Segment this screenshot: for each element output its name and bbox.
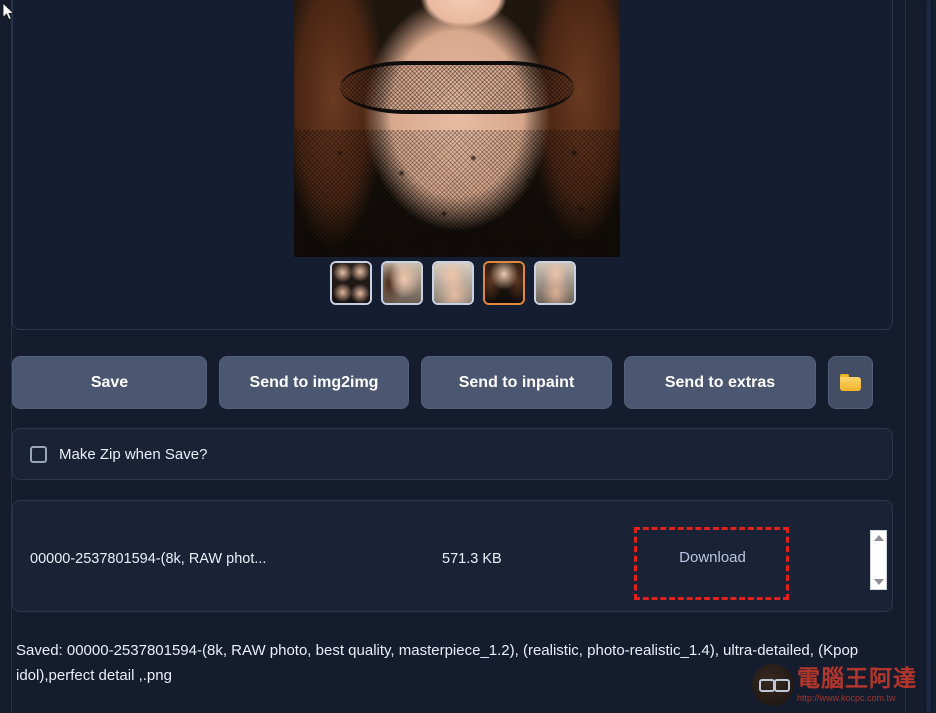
download-cell: Download	[635, 501, 790, 613]
gallery-thumbnail-strip[interactable]	[13, 261, 892, 305]
send-to-inpaint-button[interactable]: Send to inpaint	[421, 356, 612, 409]
scroll-up-icon[interactable]	[873, 535, 884, 541]
thumbnail-image-4	[484, 263, 523, 303]
gallery-thumbnail-1[interactable]	[329, 261, 372, 305]
thumbnail-image-5	[535, 263, 574, 303]
download-link[interactable]: Download	[679, 549, 746, 566]
main-generated-image[interactable]	[294, 0, 620, 257]
stable-diffusion-webui-output-panel: Save Send to img2img Send to inpaint Sen…	[0, 0, 936, 713]
save-button[interactable]: Save	[12, 356, 207, 409]
make-zip-checkbox[interactable]	[30, 445, 47, 463]
gallery-thumbnail-3[interactable]	[431, 261, 474, 305]
file-size-label: 571.3 KB	[442, 551, 502, 567]
lace-fabric-detail	[294, 129, 620, 257]
folder-icon	[839, 374, 862, 391]
scroll-down-icon[interactable]	[873, 579, 884, 585]
make-zip-panel: Make Zip when Save?	[12, 428, 893, 480]
send-to-extras-button[interactable]: Send to extras	[624, 356, 816, 409]
thumbnail-image-2	[382, 263, 421, 303]
action-button-row: Save Send to img2img Send to inpaint Sen…	[12, 356, 906, 409]
gallery-thumbnail-5[interactable]	[533, 261, 576, 305]
gallery-thumbnail-2[interactable]	[380, 261, 423, 305]
thumbnail-image-3	[433, 263, 472, 303]
gallery-thumbnail-4[interactable]	[482, 261, 525, 305]
saved-status-text: Saved: 00000-2537801594-(8k, RAW photo, …	[16, 642, 859, 684]
thumbnail-image-1	[331, 263, 370, 303]
file-panel-scrollbar[interactable]	[870, 530, 887, 590]
page-scrollbar-thumb[interactable]	[926, 0, 931, 713]
make-zip-label: Make Zip when Save?	[59, 445, 208, 463]
page-scrollbar[interactable]	[925, 0, 932, 713]
open-folder-button[interactable]	[828, 356, 873, 409]
send-to-img2img-button[interactable]: Send to img2img	[219, 356, 409, 409]
result-gallery-panel	[12, 0, 893, 330]
watermark-site-url: http://www.kocpc.com.tw	[797, 692, 896, 703]
file-name-label: 00000-2537801594-(8k, RAW phot...	[30, 551, 267, 567]
lace-choker-detail	[339, 60, 575, 114]
file-download-panel: 00000-2537801594-(8k, RAW phot... 571.3 …	[12, 500, 893, 612]
